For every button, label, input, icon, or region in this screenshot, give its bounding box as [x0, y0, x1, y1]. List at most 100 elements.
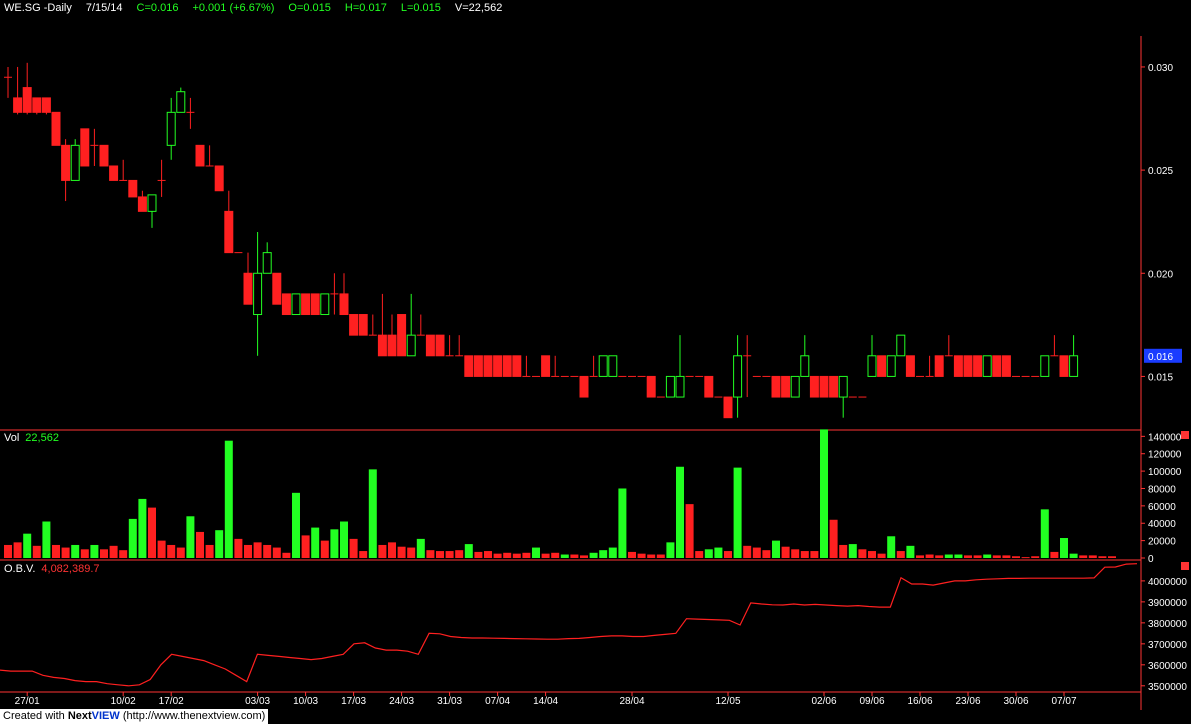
candle [13, 66, 23, 115]
volume-bar [157, 540, 166, 558]
candle [281, 293, 291, 316]
volume-bar [148, 507, 156, 558]
volume-bar [714, 547, 723, 558]
last-price-label: 0.016 [1148, 352, 1173, 363]
candle [1069, 335, 1079, 377]
volume-axis-tick-label: 20000 [1148, 537, 1176, 548]
candle-body [349, 314, 359, 336]
volume-bar [887, 536, 896, 558]
x-tick-label: 31/03 [437, 696, 462, 707]
volume-bar [1050, 551, 1059, 558]
candle [743, 335, 752, 398]
candle-body [224, 210, 234, 254]
candle-body [406, 334, 416, 357]
volume-bar [541, 553, 550, 558]
volume-bar [272, 547, 281, 558]
candle [416, 314, 425, 336]
candle-body [425, 334, 435, 357]
candle-body [387, 334, 397, 357]
volume-bar [532, 547, 540, 558]
candle [733, 335, 743, 418]
candle-body [397, 314, 407, 357]
candle [771, 375, 781, 398]
candle [377, 293, 387, 357]
candle-body [934, 355, 944, 377]
candle [80, 128, 90, 167]
candle [589, 355, 598, 377]
candle [1059, 355, 1069, 377]
candle-body [953, 355, 963, 377]
volume-bar [445, 551, 454, 558]
volume-bar [1079, 555, 1088, 558]
candle [886, 355, 896, 377]
candle [809, 375, 819, 398]
candle [838, 375, 848, 418]
volume-bar [1002, 555, 1011, 558]
candle [147, 194, 157, 228]
volume-bar [205, 544, 214, 558]
volume-bar [964, 555, 972, 558]
obv-panel[interactable] [0, 563, 1138, 687]
candle-body [829, 375, 839, 398]
price-panel[interactable] [4, 62, 1079, 419]
x-tick-label: 12/05 [715, 696, 740, 707]
volume-bar [944, 554, 953, 558]
candle [186, 97, 195, 129]
candle [896, 334, 906, 357]
candle [723, 396, 733, 419]
volume-bar [436, 551, 444, 558]
x-tick-label: 10/02 [111, 696, 136, 707]
candle-body [195, 144, 205, 167]
stock-chart[interactable]: 0.015 0.020 0.025 0.030 0 20000 40000 60000 8000… [0, 0, 1191, 724]
volume-axis-tick-label: 120000 [1148, 450, 1182, 461]
volume-bar [301, 535, 310, 558]
volume-bar [119, 550, 128, 558]
volume-bar [349, 538, 358, 558]
volume-bar [61, 547, 70, 558]
candle [99, 144, 109, 167]
volume-bar [522, 552, 531, 558]
candle-body [809, 375, 819, 398]
candle-body [291, 293, 301, 316]
volume-bar [292, 492, 300, 558]
volume-bar [484, 551, 492, 558]
volume-bar [1060, 538, 1068, 558]
candle-body [771, 375, 781, 398]
candle-body [128, 179, 138, 198]
candle [387, 314, 397, 357]
candle [224, 190, 234, 254]
candle [944, 335, 953, 357]
candle [665, 375, 675, 398]
candle [243, 252, 253, 305]
candle-body [310, 293, 320, 316]
candle [301, 293, 311, 316]
volume-bar [455, 550, 464, 558]
x-tick-label: 16/06 [907, 696, 932, 707]
candle [551, 355, 560, 377]
volume-bar [359, 551, 368, 558]
credit-footer[interactable]: Created with NextVIEW (http://www.thenex… [0, 709, 269, 724]
volume-bar [791, 549, 800, 558]
candle-body [483, 355, 493, 377]
volume-bar [368, 469, 377, 558]
candle [128, 179, 138, 198]
candle-body [243, 272, 253, 305]
volume-bar [109, 545, 118, 558]
candle-body [665, 375, 675, 398]
candle [473, 355, 483, 377]
volume-bar [839, 544, 848, 558]
candle [963, 355, 973, 377]
candle [119, 159, 128, 181]
candle-body [41, 97, 51, 113]
candle-body [473, 355, 483, 377]
volume-panel[interactable] [4, 429, 1116, 559]
candle [704, 375, 714, 398]
x-tick-label: 09/06 [859, 696, 884, 707]
candle [982, 355, 992, 377]
candle [4, 66, 12, 98]
candle-body [1059, 355, 1069, 377]
volume-axis-tick-label: 40000 [1148, 519, 1176, 530]
candle-body [598, 355, 608, 377]
obv-axis-tick-label: 3600000 [1148, 661, 1187, 672]
candle-body [70, 144, 80, 181]
